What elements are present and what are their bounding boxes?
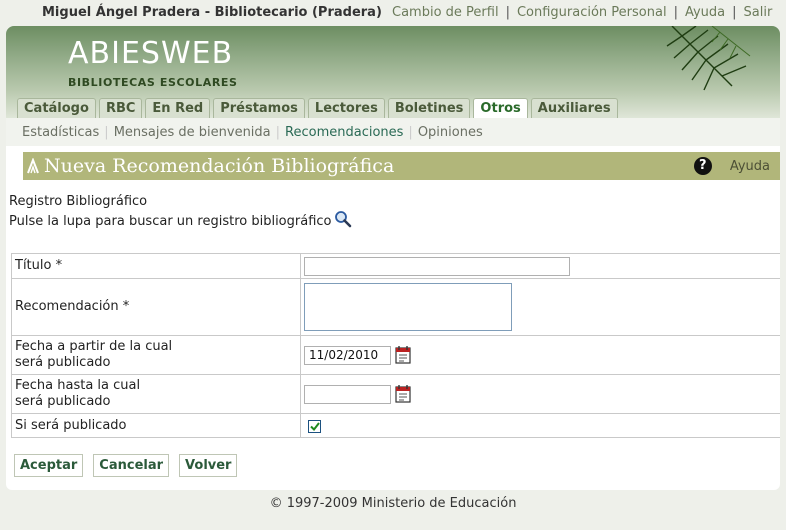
registro-hint: Pulse la lupa para buscar un registro bi… <box>9 214 332 229</box>
abiesweb-logo[interactable]: ABIESWEB BIBLIOTECAS ESCOLARES <box>68 36 237 89</box>
aceptar-button[interactable]: Aceptar <box>14 454 84 477</box>
fecha-hasta-label-line1: Fecha hasta la cual <box>15 378 141 393</box>
logo-text: ABIESWEB <box>68 36 234 71</box>
titulo-label: Título * <box>11 254 301 278</box>
tab-catalogo[interactable]: Catálogo <box>17 98 96 118</box>
fecha-desde-label-line1: Fecha a partir de la cual <box>15 339 173 354</box>
tab-lectores[interactable]: Lectores <box>307 98 385 118</box>
fecha-desde-label: Fecha a partir de la cual será publicado <box>11 336 301 374</box>
link-ayuda[interactable]: Ayuda <box>685 5 725 20</box>
help-area[interactable]: ? Ayuda <box>693 157 770 175</box>
help-label[interactable]: Ayuda <box>730 159 770 174</box>
row-fecha-desde: Fecha a partir de la cual será publicado <box>11 335 780 374</box>
tab-otros[interactable]: Otros <box>473 98 528 118</box>
tab-auxiliares[interactable]: Auxiliares <box>530 98 618 118</box>
subnav-estadisticas[interactable]: Estadísticas <box>22 125 99 140</box>
search-magnifier-icon[interactable] <box>334 210 352 228</box>
calendar-icon[interactable] <box>395 346 411 364</box>
recomendacion-textarea[interactable] <box>304 283 512 331</box>
fecha-desde-input[interactable] <box>304 345 391 365</box>
page-title-bar: Nueva Recomendación Bibliográfica ? Ayud… <box>23 152 780 180</box>
top-links: Cambio de Perfil | Configuración Personal |… <box>392 5 773 20</box>
row-fecha-hasta: Fecha hasta la cual será publicado <box>11 374 780 413</box>
form-buttons: Aceptar Cancelar Volver <box>14 454 238 477</box>
sub-navigation: Estadísticas | Mensajes de bienvenida | Re… <box>6 118 780 146</box>
volver-button[interactable]: Volver <box>179 454 238 477</box>
fecha-hasta-label-line2: será publicado <box>15 394 111 409</box>
fecha-hasta-label: Fecha hasta la cual será publicado <box>11 375 301 413</box>
top-bar: Miguel Ángel Pradera - Bibliotecario (Pr… <box>0 0 786 26</box>
calendar-icon[interactable] <box>395 385 411 403</box>
footer-copyright: © 1997-2009 Ministerio de Educación <box>269 496 517 511</box>
table-bottom-border <box>11 437 780 438</box>
section-arrow-icon <box>27 158 39 174</box>
link-cambio-perfil[interactable]: Cambio de Perfil <box>392 5 499 20</box>
subnav-recomendaciones[interactable]: Recomendaciones <box>285 125 403 140</box>
checkmark-icon <box>309 421 320 431</box>
tab-en-red[interactable]: En Red <box>145 98 211 118</box>
registro-title: Registro Bibliográfico <box>9 194 148 209</box>
main-tabs: Catálogo RBC En Red Préstamos Lectores B… <box>17 98 618 118</box>
fecha-hasta-input[interactable] <box>304 384 391 404</box>
user-name: Miguel Ángel Pradera - Bibliotecario (Pr… <box>42 5 382 20</box>
row-recomendacion: Recomendación * <box>11 278 780 335</box>
logo-subtitle: BIBLIOTECAS ESCOLARES <box>68 76 238 89</box>
row-titulo: Título * <box>11 253 780 278</box>
fern-decoration-icon <box>666 26 751 91</box>
link-configuracion-personal[interactable]: Configuración Personal <box>517 5 667 20</box>
help-icon[interactable]: ? <box>693 157 712 175</box>
titulo-input[interactable] <box>304 256 570 276</box>
tab-prestamos[interactable]: Préstamos <box>213 98 305 118</box>
publicado-checkbox[interactable] <box>308 419 321 433</box>
content-panel: Estadísticas | Mensajes de bienvenida | Re… <box>6 118 780 490</box>
recomendacion-label: Recomendación * <box>11 279 301 335</box>
subnav-mensajes-bienvenida[interactable]: Mensajes de bienvenida <box>114 125 271 140</box>
row-publicado: Si será publicado <box>11 413 780 438</box>
tab-rbc[interactable]: RBC <box>98 98 143 118</box>
tab-boletines[interactable]: Boletines <box>387 98 471 118</box>
cancelar-button[interactable]: Cancelar <box>93 454 170 477</box>
subnav-opiniones[interactable]: Opiniones <box>418 125 483 140</box>
link-salir[interactable]: Salir <box>744 5 773 20</box>
page-title: Nueva Recomendación Bibliográfica <box>44 155 395 177</box>
fecha-desde-label-line2: será publicado <box>15 355 111 370</box>
header-banner: ABIESWEB BIBLIOTECAS ESCOLARES Catálogo … <box>6 26 780 118</box>
publicado-label: Si será publicado <box>11 414 301 438</box>
